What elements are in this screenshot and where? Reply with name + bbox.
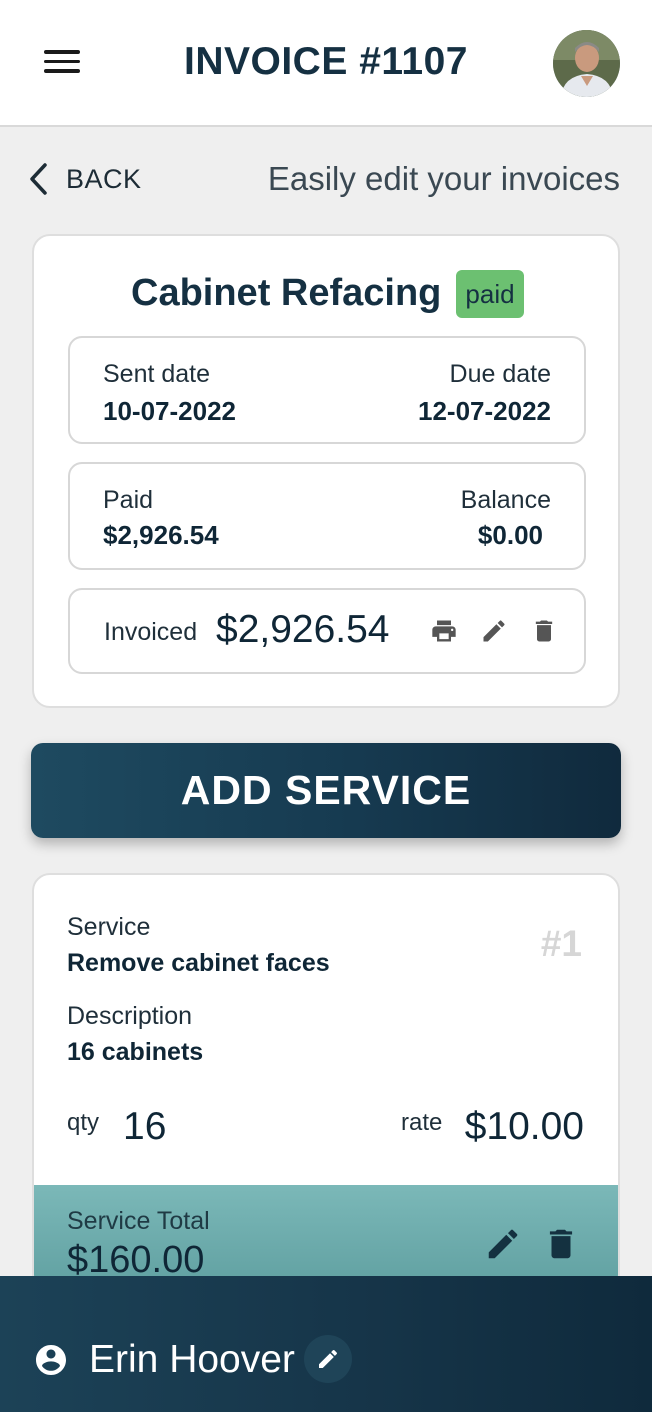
paid-value: $2,926.54 [103,520,219,550]
service-label: Service [67,913,151,941]
service-card: Service Remove cabinet faces #1 Descript… [32,873,620,1293]
edit-user-button[interactable] [304,1335,352,1383]
paid-label: Paid [103,486,154,514]
edit-service-icon[interactable] [484,1225,524,1265]
service-name: Remove cabinet faces [67,949,330,977]
rate-label: rate [401,1109,443,1136]
balance-value: $0.00 [477,520,543,550]
delete-icon[interactable] [530,617,560,647]
description-label: Description [67,1002,193,1030]
account-circle-icon [33,1342,69,1378]
invoice-title: Cabinet Refacing [131,272,442,314]
amounts-box: Paid $2,926.54 Balance $0.00 [68,462,586,570]
invoiced-box: Invoiced $2,926.54 [68,588,586,674]
delete-service-icon[interactable] [542,1225,582,1265]
description-value: 16 cabinets [67,1038,204,1066]
tagline: Easily edit your invoices [267,160,620,197]
balance-label: Balance [460,486,551,514]
edit-icon [319,1349,338,1368]
qty-label: qty [67,1109,100,1136]
service-number: #1 [540,923,582,964]
user-name: Erin Hoover [89,1338,295,1381]
chevron-left-icon [30,163,47,195]
sent-date-value: 10-07-2022 [103,396,236,426]
due-date-label: Due date [449,360,551,388]
due-date-value: 12-07-2022 [418,396,551,426]
print-icon[interactable] [430,617,460,647]
add-service-button[interactable]: ADD SERVICE [31,743,621,838]
top-bar: INVOICE #1107 [0,0,652,127]
back-label: BACK [66,163,142,194]
rate-value: $10.00 [464,1105,584,1148]
bottom-user-bar: Erin Hoover [0,1276,652,1412]
sent-date-label: Sent date [103,360,211,388]
invoiced-value: $2,926.54 [216,608,390,651]
invoiced-label: Invoiced [104,618,198,646]
qty-value: 16 [123,1105,167,1148]
invoice-summary-card: Cabinet Refacing paid Sent date 10-07-20… [32,234,620,708]
status-badge: paid [456,270,524,318]
service-total-label: Service Total [67,1207,210,1235]
user-avatar[interactable] [553,30,620,97]
edit-icon[interactable] [480,617,510,647]
back-button[interactable]: BACK [28,162,142,196]
dates-box: Sent date 10-07-2022 Due date 12-07-2022 [68,336,586,444]
